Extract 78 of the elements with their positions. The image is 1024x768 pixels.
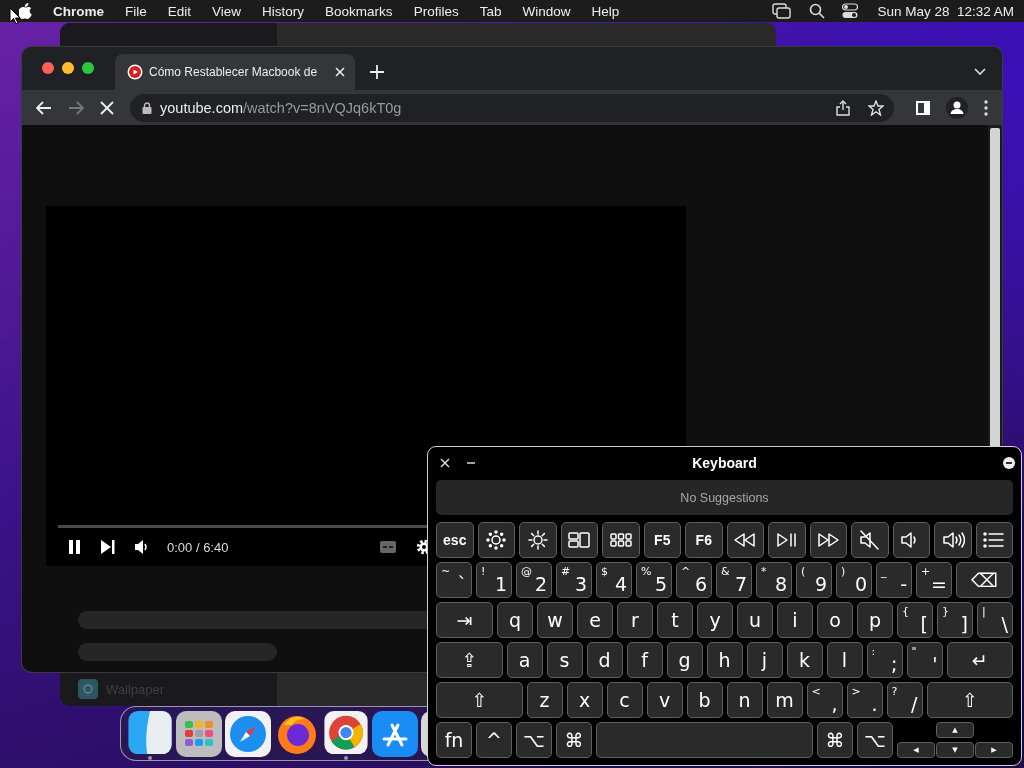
- keyboard-key[interactable]: g: [666, 642, 703, 678]
- keyboard-key[interactable]: l: [826, 642, 863, 678]
- keyboard-key[interactable]: ) 0: [836, 562, 872, 598]
- keyboard-key[interactable]: u: [737, 602, 773, 638]
- keyboard-key[interactable]: ! 1: [476, 562, 512, 598]
- keyboard-key[interactable]: @ 2: [516, 562, 552, 598]
- menu-item[interactable]: Bookmarks: [325, 3, 393, 19]
- keyboard-key[interactable]: w: [537, 602, 573, 638]
- menu-item[interactable]: Tab: [479, 3, 502, 19]
- keyboard-key[interactable]: * 8: [756, 562, 792, 598]
- keyboard-key[interactable]: | \: [977, 602, 1013, 638]
- keyboard-key[interactable]: fn: [436, 722, 472, 758]
- keyboard-key[interactable]: ⌥: [516, 722, 552, 758]
- menu-item[interactable]: Edit: [167, 3, 192, 19]
- keyboard-key[interactable]: d: [586, 642, 623, 678]
- keyboard-key[interactable]: s: [546, 642, 583, 678]
- keyboard-key[interactable]: h: [706, 642, 743, 678]
- keyboard-key[interactable]: ( 9: [796, 562, 832, 598]
- keyboard-key[interactable]: { [: [897, 602, 933, 638]
- keyboard-key[interactable]: ⇥: [436, 602, 493, 638]
- video-time: 0:00 / 6:40: [167, 539, 229, 555]
- keyboard-key[interactable]: v: [646, 682, 683, 718]
- keyboard-key[interactable]: p: [857, 602, 893, 638]
- keyboard-key[interactable]: ^ 6: [676, 562, 712, 598]
- keyboard-key[interactable]: ⇧: [436, 682, 523, 718]
- keyboard-key[interactable]: q: [497, 602, 533, 638]
- keyboard-key[interactable]: ⇧: [926, 682, 1013, 718]
- keyboard-key[interactable]: # 3: [556, 562, 592, 598]
- keyboard-key[interactable]: F6: [685, 522, 723, 558]
- keyboard-key[interactable]: y: [697, 602, 733, 638]
- keyboard-key[interactable]: " ': [906, 642, 943, 678]
- keyboard-key[interactable]: } ]: [937, 602, 973, 638]
- keyboard-key[interactable]: b: [686, 682, 723, 718]
- menu-item[interactable]: File: [125, 3, 147, 19]
- menu-item[interactable]: Window: [522, 3, 571, 19]
- keyboard-key[interactable]: $ 4: [596, 562, 632, 598]
- keyboard-key[interactable]: r: [617, 602, 653, 638]
- keyboard-key[interactable]: < ,: [806, 682, 843, 718]
- keyboard-key[interactable]: ^: [476, 722, 512, 758]
- keyboard-key[interactable]: ⌥: [857, 722, 893, 758]
- keyboard-key[interactable]: j: [746, 642, 783, 678]
- keyboard-key[interactable]: _ -: [876, 562, 912, 598]
- keyboard-key[interactable]: % 5: [636, 562, 672, 598]
- menu-bar-clock[interactable]: Sun May 28 12:32 AM: [877, 3, 1014, 19]
- browser-tab[interactable]: Cómo Restablecer Macbook de: [115, 54, 355, 90]
- menu-item[interactable]: Profiles: [413, 3, 459, 19]
- url-text: youtube.com/watch?v=8nVQJq6kT0g: [160, 99, 402, 116]
- keyboard-key[interactable]: m: [766, 682, 803, 718]
- address-bar[interactable]: youtube.com/watch?v=8nVQJq6kT0g: [130, 93, 894, 122]
- keyboard-key[interactable]: a: [506, 642, 543, 678]
- menu-item[interactable]: History: [262, 3, 305, 19]
- keyboard-key[interactable]: + =: [916, 562, 952, 598]
- keyboard-key[interactable]: esc: [436, 522, 474, 558]
- window-title: Keyboard: [692, 454, 757, 471]
- keyboard-key[interactable]: ? /: [886, 682, 923, 718]
- keyboard-key[interactable]: ⌘: [817, 722, 853, 758]
- keyboard-key[interactable]: t: [657, 602, 693, 638]
- keyboard-key[interactable]: n: [726, 682, 763, 718]
- keyboard-key[interactable]: k: [786, 642, 823, 678]
- keyboard-key[interactable]: & 7: [716, 562, 752, 598]
- keyboard-key[interactable]: e: [577, 602, 613, 638]
- keyboard-key[interactable]: i: [777, 602, 813, 638]
- keyboard-key[interactable]: ~ `: [436, 562, 472, 598]
- keyboard-key[interactable]: ↵: [946, 642, 1013, 678]
- keyboard-key[interactable]: > .: [846, 682, 883, 718]
- keyboard-key[interactable]: z: [526, 682, 563, 718]
- keyboard-key[interactable]: o: [817, 602, 853, 638]
- keyboard-key[interactable]: : ;: [866, 642, 903, 678]
- keyboard-key[interactable]: c: [606, 682, 643, 718]
- keyboard-key[interactable]: f: [626, 642, 663, 678]
- keyboard-key[interactable]: ⌘: [556, 722, 592, 758]
- keyboard-key[interactable]: x: [566, 682, 603, 718]
- keyboard-key[interactable]: ⌫: [956, 562, 1013, 598]
- keyboard-key[interactable]: F5: [643, 522, 681, 558]
- menu-item[interactable]: Help: [591, 3, 620, 19]
- menu-item[interactable]: Chrome: [53, 3, 104, 19]
- menu-item[interactable]: View: [212, 3, 242, 19]
- keyboard-key[interactable]: ⇪: [436, 642, 503, 678]
